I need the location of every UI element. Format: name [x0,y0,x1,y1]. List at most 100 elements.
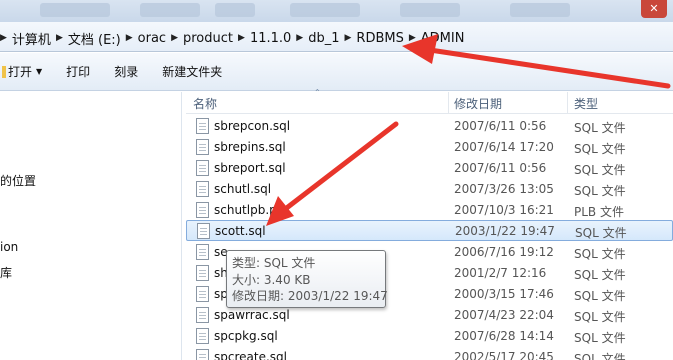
command-toolbar: 打开 ▼ 打印 刻录 新建文件夹 [0,53,673,91]
file-row-selected[interactable]: scott.sql 2003/1/22 19:47 SQL 文件 [186,220,673,241]
file-icon [196,286,209,302]
breadcrumb-item[interactable]: ADMIN [416,31,470,46]
file-icon [196,244,209,260]
file-modified: 2006/7/16 19:12 [454,245,554,259]
blurred-tab[interactable] [215,3,255,17]
tooltip-size: 大小: 3.40 KB [232,272,311,287]
file-row[interactable]: schutlpb.plb 2007/10/3 16:21 PLB 文件 [186,200,673,221]
file-modified: 2003/1/22 19:47 [455,224,555,238]
column-header-type[interactable]: 类型 [574,95,598,112]
file-icon [196,265,209,281]
file-name: sbreport.sql [214,161,286,175]
file-type: SQL 文件 [574,352,626,360]
new-folder-button[interactable]: 新建文件夹 [150,53,234,90]
file-list: ⌃ 名称 修改日期 类型 sbrepcon.sql 2007/6/11 0:56… [186,88,673,360]
nav-item-libraries[interactable]: 库 [0,264,12,281]
blurred-tab[interactable] [400,3,460,17]
file-row[interactable]: spawrrac.sql 2007/4/23 22:04 SQL 文件 [186,305,673,326]
file-row[interactable]: sbreport.sql 2007/6/11 0:56 SQL 文件 [186,158,673,179]
file-row[interactable]: sbrepins.sql 2007/6/14 17:20 SQL 文件 [186,137,673,158]
chevron-down-icon: ▼ [36,67,43,76]
browser-tab-strip: ✕ [0,0,673,22]
breadcrumb-item[interactable]: 计算机 [7,29,56,48]
column-header-modified[interactable]: 修改日期 [454,95,502,112]
column-divider[interactable] [448,92,449,114]
file-row[interactable]: sbrepcon.sql 2007/6/11 0:56 SQL 文件 [186,116,673,137]
file-type: SQL 文件 [574,142,626,156]
file-row[interactable]: spcreate.sql 2002/5/17 20:45 SQL 文件 [186,347,673,360]
column-header-name[interactable]: 名称 [193,95,217,112]
file-info-tooltip: 类型: SQL 文件 大小: 3.40 KB 修改日期: 2003/1/22 1… [226,250,388,308]
file-icon [196,328,209,344]
file-name: scott.sql [215,224,266,238]
close-icon[interactable]: ✕ [641,0,667,18]
file-name: spcreate.sql [214,350,287,360]
file-modified: 2007/6/11 0:56 [454,119,547,133]
blurred-tab[interactable] [290,3,360,17]
breadcrumb-item[interactable]: product [178,31,238,46]
file-icon [196,307,209,323]
breadcrumb-item[interactable]: 文档 (E:) [63,29,126,48]
nav-item-recent-places[interactable]: 的位置 [0,172,36,189]
file-type: SQL 文件 [574,121,626,135]
file-type: SQL 文件 [574,289,626,303]
file-row[interactable]: spcpkg.sql 2007/6/28 14:14 SQL 文件 [186,326,673,347]
chevron-right-icon[interactable]: ▶ [56,33,63,43]
burn-button[interactable]: 刻录 [102,53,150,90]
file-icon [196,202,209,218]
file-modified: 2007/10/3 16:21 [454,203,554,217]
file-name: spawrrac.sql [214,308,290,322]
file-type: SQL 文件 [574,184,626,198]
chevron-right-icon[interactable]: ▶ [171,33,178,43]
blurred-tab[interactable] [510,3,570,17]
file-icon [196,160,209,176]
burn-label: 刻录 [114,65,139,79]
chevron-right-icon[interactable]: ▶ [296,33,303,43]
print-label: 打印 [66,65,91,79]
file-icon [196,118,209,134]
chevron-right-icon[interactable]: ▶ [409,33,416,43]
navigation-pane: 的位置 ion 库 [0,92,182,360]
breadcrumb-item[interactable]: 11.1.0 [245,31,296,46]
breadcrumb-item[interactable]: db_1 [303,31,344,46]
file-modified: 2000/3/15 17:46 [454,287,554,301]
open-label: 打开 [8,65,33,79]
breadcrumb-item[interactable]: RDBMS [351,31,408,46]
blurred-tab[interactable] [140,3,200,17]
blurred-tab[interactable] [40,3,110,17]
file-type: PLB 文件 [574,205,624,219]
file-icon [197,223,210,239]
file-name: sbrepins.sql [214,140,286,154]
breadcrumb-item[interactable]: orac [133,31,171,46]
file-icon [196,349,209,360]
file-icon [196,181,209,197]
file-modified: 2001/2/7 12:16 [454,266,547,280]
file-name: sbrepcon.sql [214,119,291,133]
open-button[interactable]: 打开 ▼ [0,53,54,90]
chevron-right-icon[interactable]: ▶ [238,33,245,43]
column-divider[interactable] [567,92,568,114]
nav-item-partial[interactable]: ion [0,240,18,254]
file-type: SQL 文件 [575,226,627,240]
chevron-right-icon[interactable]: ▶ [0,33,7,43]
folder-icon [2,65,6,78]
print-button[interactable]: 打印 [54,53,102,90]
sort-ascending-icon: ⌃ [314,88,321,97]
file-icon [196,139,209,155]
file-modified: 2007/3/26 13:05 [454,182,554,196]
file-type: SQL 文件 [574,331,626,345]
file-modified: 2002/5/17 20:45 [454,350,554,360]
file-modified: 2007/6/28 14:14 [454,329,554,343]
file-name: schutl.sql [214,182,272,196]
file-modified: 2007/4/23 22:04 [454,308,554,322]
file-row[interactable]: schutl.sql 2007/3/26 13:05 SQL 文件 [186,179,673,200]
chevron-right-icon[interactable]: ▶ [126,33,133,43]
tooltip-modified: 修改日期: 2003/1/22 19:47 [232,289,388,303]
column-header-row: ⌃ 名称 修改日期 类型 [186,88,673,114]
address-bar[interactable]: ▶ 计算机 ▶ 文档 (E:) ▶ orac ▶ product ▶ 11.1.… [0,22,673,52]
file-modified: 2007/6/14 17:20 [454,140,554,154]
chevron-right-icon[interactable]: ▶ [345,33,352,43]
file-name: schutlpb.plb [214,203,288,217]
breadcrumb: ▶ 计算机 ▶ 文档 (E:) ▶ orac ▶ product ▶ 11.1.… [0,28,469,48]
file-type: SQL 文件 [574,310,626,324]
